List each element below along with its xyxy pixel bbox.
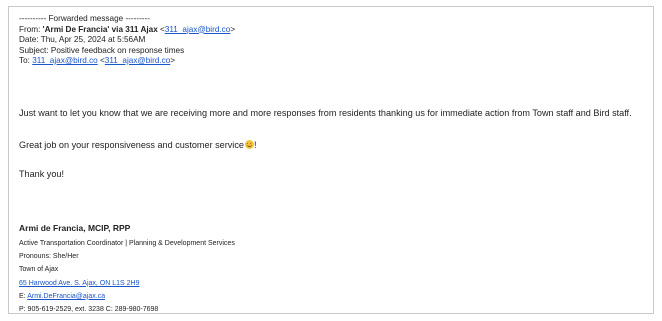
to-email-link[interactable]: 311_ajax@bird.co (32, 56, 98, 65)
subject-line: Subject: Positive feedback on response t… (19, 45, 185, 55)
to-line: To: 311_ajax@bird.co <311_ajax@bird.co> (19, 56, 176, 65)
signature-email-label: E: (19, 292, 28, 300)
to-email-link-bracketed[interactable]: 311_ajax@bird.co (105, 56, 171, 65)
signature-organization: Town of Ajax (19, 266, 59, 274)
from-line: From: 'Armi De Francia' via 311 Ajax <31… (19, 24, 236, 34)
signature-title: Active Transportation Coordinator | Plan… (19, 240, 235, 247)
smiling-face-emoji-icon (244, 140, 254, 149)
date-line: Date: Thu, Apr 25, 2024 at 5:56AM (19, 35, 146, 44)
forwarded-header: ---------- Forwarded message --------- F… (19, 14, 647, 67)
email-signature: Armi de Francia, MCIP, RPP Active Transp… (19, 223, 235, 316)
signature-email-line: E: Armi.DeFrancia@ajax.ca (19, 290, 235, 303)
signature-address-line: 65 Harwood Ave. S. Ajax, ON L1S 2H9 (19, 277, 235, 290)
forwarded-banner: ---------- Forwarded message --------- (19, 14, 150, 23)
message-paragraph-3: Thank you! (19, 169, 64, 179)
signature-name: Armi de Francia, MCIP, RPP (19, 223, 131, 233)
email-message-frame: ---------- Forwarded message --------- F… (8, 6, 654, 314)
from-email-link[interactable]: 311_ajax@bird.co (165, 25, 231, 34)
from-sender-name: 'Armi De Francia' via 311 Ajax (42, 24, 158, 34)
message-paragraph-2-end: ! (253, 140, 257, 150)
message-paragraph-2: Great job on your responsiveness and cus… (19, 140, 256, 150)
to-label: To: (19, 56, 33, 65)
message-paragraph-2-text: Great job on your responsiveness and cus… (19, 140, 244, 150)
signature-address-link[interactable]: 65 Harwood Ave. S. Ajax, ON L1S 2H9 (19, 280, 140, 287)
signature-phone: P: 905-619-2529, ext. 3238 C: 289-980-76… (19, 305, 159, 313)
signature-pronouns: Pronouns: She/Her (19, 253, 79, 261)
email-content: ---------- Forwarded message --------- F… (19, 14, 647, 313)
message-paragraph-1: Just want to let you know that we are re… (19, 108, 632, 118)
from-label: From: (19, 24, 43, 34)
signature-email-link[interactable]: Armi.DeFrancia@ajax.ca (27, 293, 105, 300)
